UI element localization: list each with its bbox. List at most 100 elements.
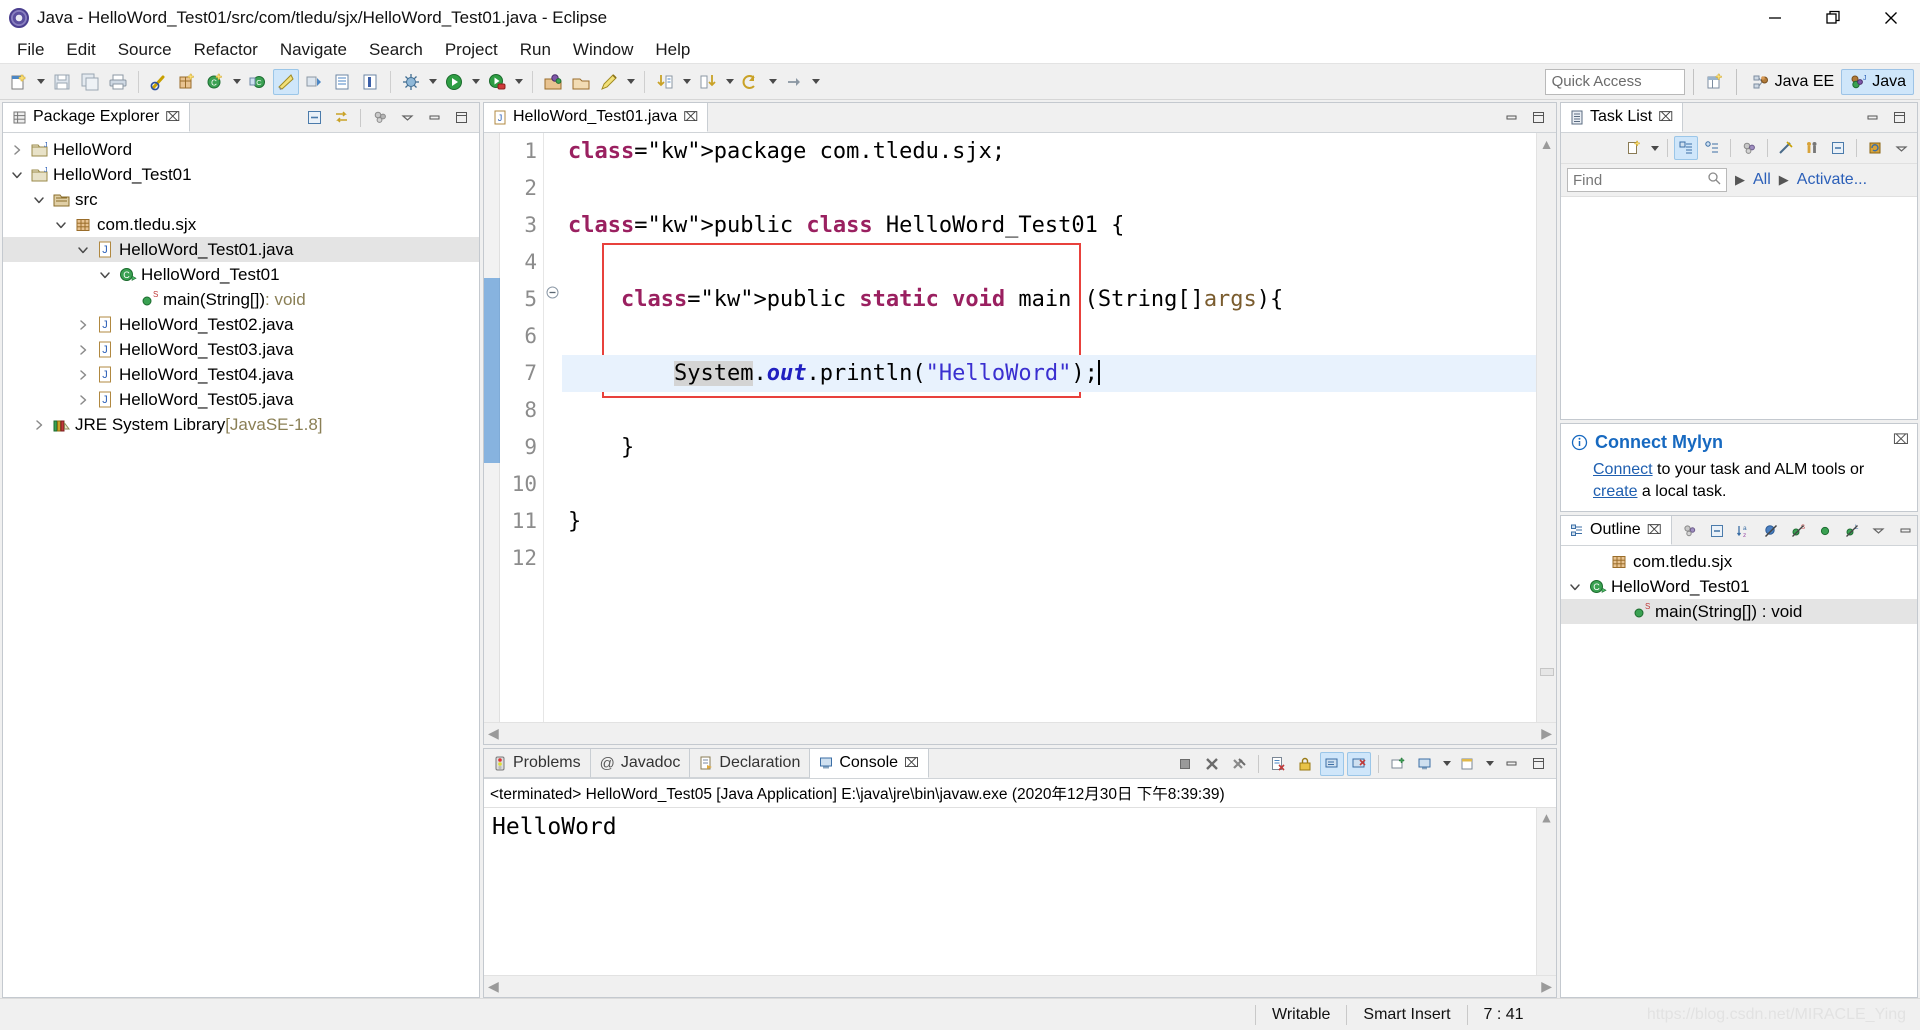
menu-run[interactable]: Run: [509, 38, 562, 62]
tree-twisty[interactable]: [73, 368, 93, 382]
synchronize-icon[interactable]: [1737, 136, 1761, 160]
show-console-on-error-icon[interactable]: [1347, 751, 1371, 776]
code-line[interactable]: }: [562, 503, 1536, 540]
display-selected-console-dropdown-icon[interactable]: [1440, 751, 1453, 777]
code-line[interactable]: [562, 392, 1536, 429]
toggle-block-selection-icon[interactable]: [357, 69, 383, 95]
menu-search[interactable]: Search: [358, 38, 434, 62]
close-icon[interactable]: ⌧: [1647, 522, 1662, 538]
tab-package-explorer[interactable]: Package Explorer ⌧: [3, 103, 191, 132]
back-icon[interactable]: [695, 69, 721, 95]
new-java-class-icon[interactable]: C: [202, 69, 228, 95]
open-resource-icon[interactable]: [329, 69, 355, 95]
perspective-java-ee[interactable]: Java EE: [1745, 70, 1842, 94]
menu-window[interactable]: Window: [562, 38, 644, 62]
tree-item[interactable]: C HelloWord_Test01: [3, 262, 479, 287]
scroll-left-arrow-icon[interactable]: ◀: [488, 725, 499, 742]
tree-item[interactable]: C HelloWord_Test01: [1561, 574, 1917, 599]
editor-folding-ruler[interactable]: [544, 133, 562, 722]
tree-item[interactable]: J HelloWord_Test03.java: [3, 337, 479, 362]
editor-body[interactable]: 1 2 3 4 5 6 7 8 9 10 11 12 class="kw">package com.t…: [484, 133, 1556, 722]
tree-item[interactable]: JRE System Library [JavaSE-1.8]: [3, 412, 479, 437]
maximize-button[interactable]: [1804, 0, 1862, 36]
remove-launch-icon[interactable]: [1200, 752, 1224, 776]
minimize-icon[interactable]: [1499, 106, 1523, 130]
scroll-left-arrow-icon[interactable]: ◀: [488, 978, 499, 995]
tree-item[interactable]: src: [3, 187, 479, 212]
hide-fields-icon[interactable]: [1759, 519, 1783, 543]
minimize-icon[interactable]: [422, 106, 446, 130]
remove-all-launches-icon[interactable]: [1227, 752, 1251, 776]
chevron-right-icon[interactable]: [76, 393, 90, 407]
close-icon[interactable]: ⌧: [904, 755, 919, 771]
run-icon[interactable]: [441, 69, 467, 95]
perspective-java[interactable]: J Java: [1841, 68, 1914, 95]
back-dropdown-icon[interactable]: [723, 69, 736, 95]
chevron-right-icon[interactable]: [32, 418, 46, 432]
previous-annotation-icon[interactable]: [738, 69, 764, 95]
tree-twisty[interactable]: [29, 418, 49, 432]
maximize-icon[interactable]: [1526, 106, 1550, 130]
print-icon[interactable]: [105, 69, 131, 95]
close-icon[interactable]: ⌧: [165, 109, 180, 125]
toggle-mark-occurrences-icon[interactable]: [146, 69, 172, 95]
tab-problems[interactable]: Problems: [484, 749, 591, 778]
run-coverage-dropdown-icon[interactable]: [512, 69, 525, 95]
chevron-right-icon[interactable]: [76, 343, 90, 357]
hide-nonpublic-icon[interactable]: [1813, 519, 1837, 543]
editor-text-area[interactable]: class="kw">package com.tledu.sjx; class=…: [562, 133, 1536, 722]
close-icon[interactable]: ⌧: [1893, 431, 1909, 448]
console-output-area[interactable]: HelloWord ▲: [484, 808, 1556, 975]
save-all-icon[interactable]: [77, 69, 103, 95]
tree-twisty[interactable]: [51, 218, 71, 232]
close-icon[interactable]: ⌧: [1658, 109, 1673, 125]
next-annotation-icon[interactable]: [301, 69, 327, 95]
open-console-dropdown-icon[interactable]: [1483, 751, 1496, 777]
scheduled-presentation-icon[interactable]: [1700, 136, 1724, 160]
terminate-icon[interactable]: [1173, 752, 1197, 776]
chevron-down-icon[interactable]: [32, 193, 46, 207]
pin-editor-dropdown-icon[interactable]: [624, 69, 637, 95]
close-icon[interactable]: ⌧: [683, 109, 698, 125]
scroll-lock-icon[interactable]: [1293, 752, 1317, 776]
open-type-icon[interactable]: C: [245, 69, 271, 95]
tree-twisty[interactable]: [29, 193, 49, 207]
tab-outline[interactable]: Outline ⌧: [1561, 516, 1672, 545]
minimize-icon[interactable]: [1860, 106, 1884, 130]
editor-vertical-scrollbar[interactable]: ▲: [1536, 133, 1556, 722]
previous-annotation-dropdown-icon[interactable]: [766, 69, 779, 95]
code-line[interactable]: [562, 244, 1536, 281]
filter-all-link[interactable]: All: [1753, 171, 1771, 189]
console-horizontal-scrollbar[interactable]: ◀ ▶: [484, 975, 1556, 997]
code-line[interactable]: [562, 170, 1536, 207]
quick-access-input[interactable]: Quick Access: [1544, 68, 1685, 95]
chevron-down-icon[interactable]: [54, 218, 68, 232]
code-line[interactable]: [562, 318, 1536, 355]
new-task-icon[interactable]: [1622, 136, 1646, 160]
debug-dropdown-icon[interactable]: [426, 69, 439, 95]
tree-twisty[interactable]: [7, 143, 27, 157]
package-explorer-tree[interactable]: J HelloWord J HelloWord_Test01 src com.tledu.…: [3, 133, 479, 997]
tab-helloword-test01-java[interactable]: J HelloWord_Test01.java ⌧: [484, 103, 709, 132]
tree-item[interactable]: J HelloWord_Test05.java: [3, 387, 479, 412]
tree-item[interactable]: com.tledu.sjx: [1561, 549, 1917, 574]
focus-on-workweek-icon[interactable]: [1774, 136, 1798, 160]
maximize-icon[interactable]: [1887, 106, 1911, 130]
maximize-icon[interactable]: [449, 106, 473, 130]
open-external-tools-icon[interactable]: [540, 69, 566, 95]
scroll-up-arrow-icon[interactable]: ▲: [1537, 808, 1556, 826]
menu-file[interactable]: File: [6, 38, 55, 62]
menu-edit[interactable]: Edit: [55, 38, 106, 62]
tree-item[interactable]: Smain(String[]) : void: [1561, 599, 1917, 624]
show-all-tasks-icon[interactable]: [1800, 136, 1824, 160]
code-line[interactable]: [562, 466, 1536, 503]
tree-item[interactable]: J HelloWord_Test04.java: [3, 362, 479, 387]
code-line[interactable]: class="kw">public static void main (Stri…: [562, 281, 1536, 318]
filter-activate-link[interactable]: Activate...: [1797, 171, 1867, 189]
code-line[interactable]: }: [562, 429, 1536, 466]
scroll-right-arrow-icon[interactable]: ▶: [1541, 725, 1552, 742]
code-line[interactable]: class="kw">public class HelloWord_Test01…: [562, 207, 1536, 244]
tree-twisty[interactable]: [1565, 580, 1585, 594]
pin-editor-icon[interactable]: [596, 69, 622, 95]
outline-tree[interactable]: com.tledu.sjx C HelloWord_Test01 Smain(Stri…: [1561, 546, 1917, 997]
